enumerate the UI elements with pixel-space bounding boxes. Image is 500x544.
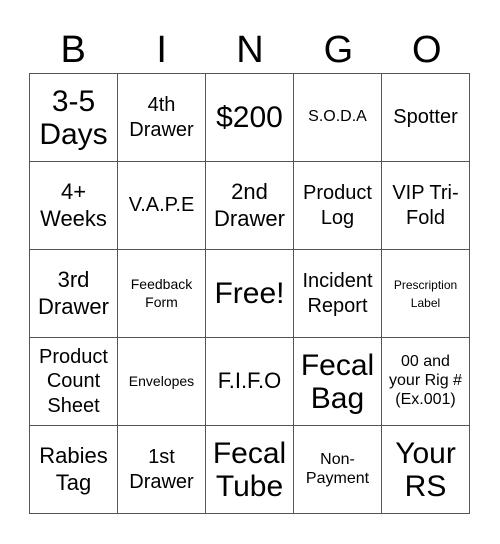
- bingo-cell[interactable]: Your RS: [382, 426, 470, 514]
- bingo-cell[interactable]: S.O.D.A: [294, 74, 382, 162]
- bingo-cell[interactable]: Fecal Bag: [294, 338, 382, 426]
- bingo-cell[interactable]: 2nd Drawer: [206, 162, 294, 250]
- bingo-cell[interactable]: Product Count Sheet: [30, 338, 118, 426]
- header-letter-o: O: [412, 29, 442, 71]
- bingo-cell[interactable]: 4th Drawer: [118, 74, 206, 162]
- bingo-cell[interactable]: Non- Payment: [294, 426, 382, 514]
- bingo-cell[interactable]: Incident Report: [294, 250, 382, 338]
- bingo-cell[interactable]: 00 and your Rig # (Ex.001): [382, 338, 470, 426]
- bingo-cell[interactable]: Rabies Tag: [30, 426, 118, 514]
- bingo-cell[interactable]: 1st Drawer: [118, 426, 206, 514]
- bingo-cell[interactable]: Product Log: [294, 162, 382, 250]
- header-letter-n: N: [236, 29, 264, 71]
- bingo-cell[interactable]: F.I.F.O: [206, 338, 294, 426]
- bingo-cell[interactable]: Envelopes: [118, 338, 206, 426]
- bingo-cell[interactable]: Fecal Tube: [206, 426, 294, 514]
- bingo-cell[interactable]: 4+ Weeks: [30, 162, 118, 250]
- header-letter-i: I: [156, 29, 167, 71]
- bingo-free-cell[interactable]: Free!: [206, 250, 294, 338]
- header-letter-g: G: [323, 29, 354, 71]
- bingo-cell[interactable]: Prescription Label: [382, 250, 470, 338]
- header-letter-b: B: [60, 29, 86, 71]
- bingo-cell[interactable]: V.A.P.E: [118, 162, 206, 250]
- bingo-cell[interactable]: $200: [206, 74, 294, 162]
- bingo-cell[interactable]: 3rd Drawer: [30, 250, 118, 338]
- bingo-card-grid: 3-5 Days 4th Drawer $200 S.O.D.A Spotter 4+ W…: [29, 73, 470, 514]
- bingo-cell[interactable]: VIP Tri- Fold: [382, 162, 470, 250]
- bingo-cell[interactable]: Feedback Form: [118, 250, 206, 338]
- bingo-header: B I N G O: [29, 28, 471, 72]
- bingo-cell[interactable]: 3-5 Days: [30, 74, 118, 162]
- bingo-cell[interactable]: Spotter: [382, 74, 470, 162]
